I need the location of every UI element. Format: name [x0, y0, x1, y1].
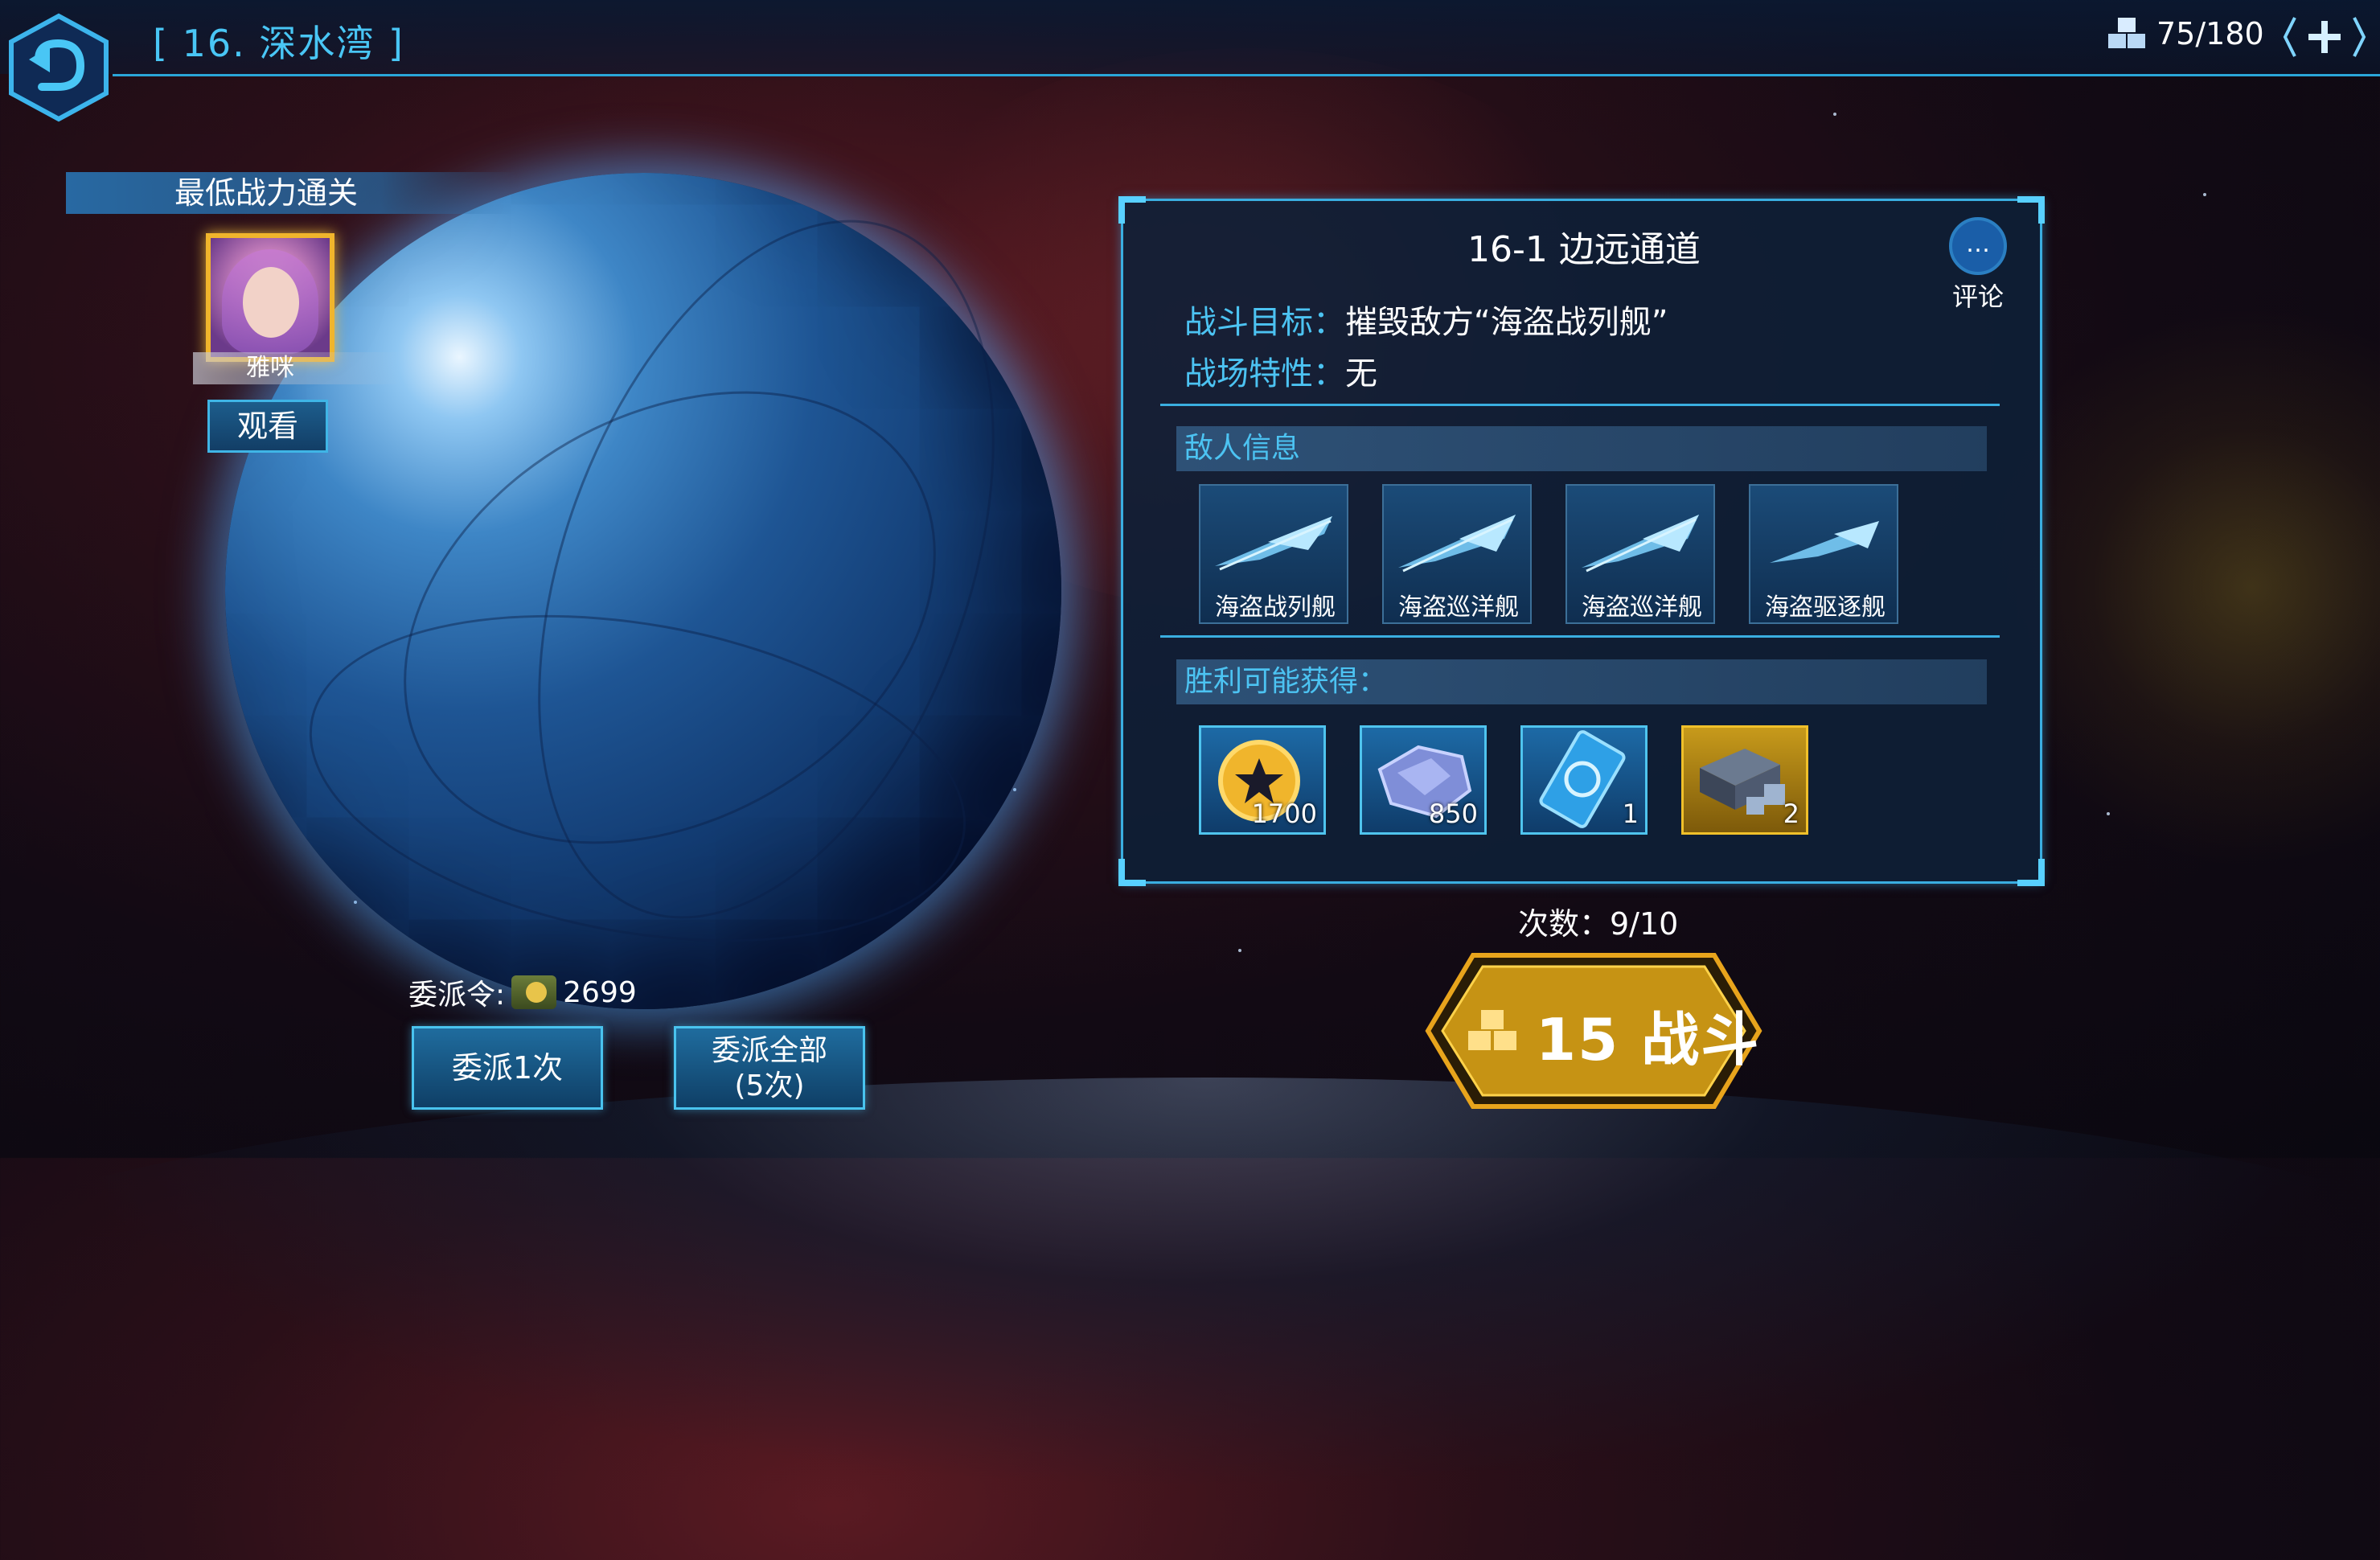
trait-value: 无: [1345, 355, 1377, 392]
enemy-name: 海盗巡洋舰: [1398, 593, 1519, 622]
dispatch-all-count: (5次): [734, 1069, 805, 1102]
reward-qty: 2: [1783, 798, 1799, 829]
reward-item[interactable]: 2: [1681, 725, 1808, 835]
attempt-count: 次数：9/10: [1518, 906, 1679, 942]
reward-item[interactable]: 850: [1360, 725, 1487, 835]
enemy-name: 海盗巡洋舰: [1582, 593, 1702, 622]
battle-label: 15 战斗: [1536, 1006, 1761, 1074]
reward-qty: 1700: [1251, 798, 1317, 829]
enemy-card[interactable]: 海盗巡洋舰: [1565, 484, 1715, 624]
enemy-info-header: 敌人信息: [1176, 426, 1987, 471]
reward-qty: 1: [1622, 798, 1639, 829]
objective-value: 摧毁敌方“海盗战列舰”: [1345, 304, 1668, 341]
dispatch-all-label: 委派全部: [711, 1034, 827, 1067]
add-energy-button[interactable]: [2280, 11, 2369, 63]
trait-row: 战场特性：无: [1184, 347, 1377, 394]
objective-label: 战斗目标：: [1184, 304, 1345, 341]
warship-icon: [1770, 521, 1879, 563]
back-button[interactable]: [6, 11, 111, 124]
dispatch-token-label: 委派令:: [408, 979, 506, 1012]
reward-item[interactable]: 1700: [1199, 725, 1326, 835]
divider: [1160, 635, 2000, 638]
planet[interactable]: [225, 157, 1082, 1009]
lowest-power-banner: 最低战力通关: [66, 172, 516, 214]
dispatch-once-button[interactable]: 委派1次: [412, 1026, 603, 1110]
dispatch-token-counter: 委派令: 2699: [408, 971, 637, 1013]
warship-icon: [1398, 515, 1516, 573]
plus-icon: [2283, 17, 2366, 57]
dispatch-token-count: 2699: [563, 975, 637, 1009]
dispatch-token-icon: [511, 975, 557, 1009]
enemy-name: 海盗战列舰: [1215, 593, 1336, 622]
enemy-card[interactable]: 海盗战列舰: [1199, 484, 1348, 624]
comment-label: 评论: [1951, 281, 2004, 312]
enemy-card[interactable]: 海盗驱逐舰: [1749, 484, 1898, 624]
energy-value: 75/180: [2156, 16, 2264, 51]
comment-button[interactable]: … 评论: [1934, 217, 2022, 312]
avatar[interactable]: [206, 233, 334, 362]
rewards-header: 胜利可能获得：: [1176, 659, 1987, 704]
enemy-name: 海盗驱逐舰: [1765, 593, 1886, 622]
objective-row: 战斗目标：摧毁敌方“海盗战列舰”: [1184, 296, 1668, 343]
divider: [1160, 404, 2000, 406]
dispatch-all-button[interactable]: 委派全部 (5次): [674, 1026, 865, 1110]
player-name: 雅咪: [246, 354, 294, 382]
watch-replay-button[interactable]: 观看: [207, 400, 328, 453]
enemy-card[interactable]: 海盗巡洋舰: [1382, 484, 1532, 624]
top-bar-divider: [113, 74, 2380, 76]
stage-title: [ 16. 深水湾 ]: [153, 22, 404, 65]
trait-label: 战场特性：: [1184, 355, 1345, 392]
stage-info-panel: 16-1 边远通道 … 评论 战斗目标：摧毁敌方“海盗战列舰” 战场特性：无 敌…: [1118, 196, 2045, 886]
reward-item[interactable]: 1: [1520, 725, 1648, 835]
speech-bubble-icon: …: [1949, 217, 2007, 275]
warship-icon: [1215, 516, 1332, 571]
reward-qty: 850: [1428, 798, 1478, 829]
energy-counter: 75/180: [2107, 16, 2264, 51]
cube-stack-icon: [2108, 18, 2145, 48]
warship-icon: [1582, 515, 1699, 573]
stage-name: 16-1 边远通道: [1467, 229, 1701, 270]
